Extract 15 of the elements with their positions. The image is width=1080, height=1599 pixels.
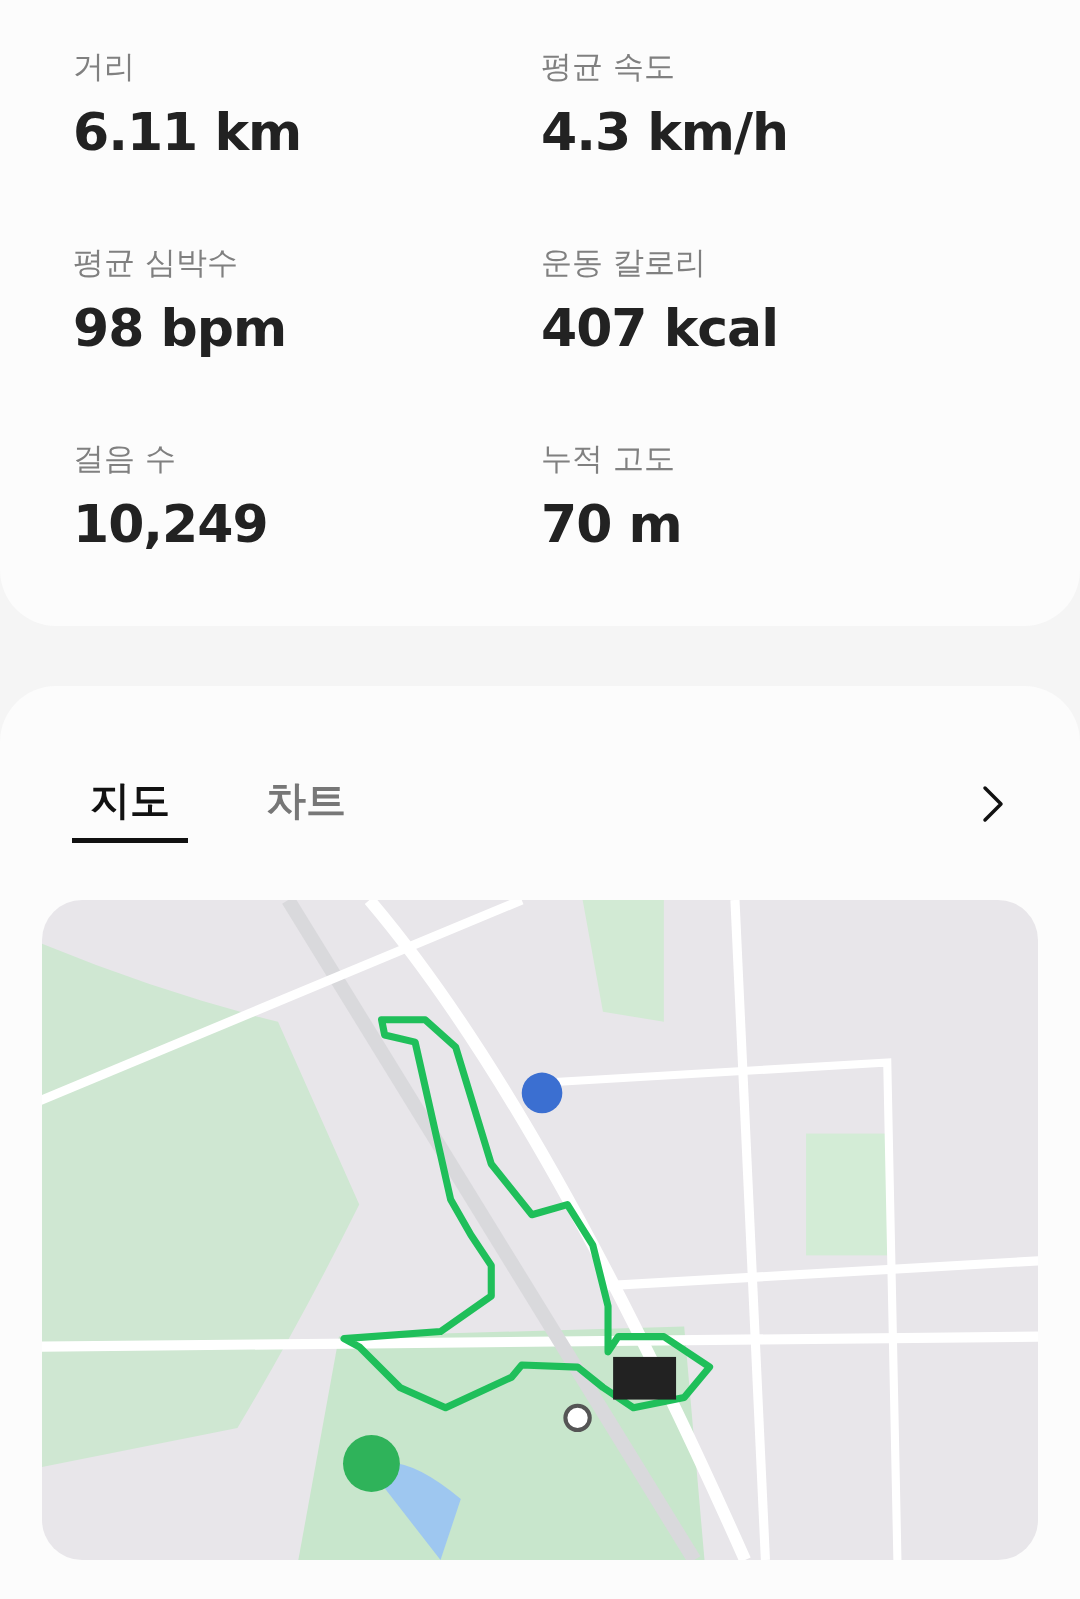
stat-value: 98 bpm bbox=[73, 297, 288, 360]
tab[interactable]: 차트 bbox=[248, 765, 364, 843]
stat-label: 평균 심박수 bbox=[73, 243, 239, 282]
stat-label: 걸음 수 bbox=[73, 439, 177, 478]
stat-value: 6.11 km bbox=[73, 101, 303, 164]
chevron-right-icon[interactable] bbox=[982, 785, 1004, 823]
stat-value: 10,249 bbox=[73, 493, 269, 556]
stat-label: 거리 bbox=[73, 47, 136, 86]
stat-label: 운동 칼로리 bbox=[541, 243, 707, 282]
stat-value: 70 m bbox=[541, 493, 683, 556]
stat-label: 평균 속도 bbox=[541, 47, 676, 86]
tab[interactable]: 지도 bbox=[72, 765, 188, 843]
stat-value: 4.3 km/h bbox=[541, 101, 789, 164]
stat-label: 누적 고도 bbox=[541, 439, 676, 478]
stat-value: 407 kcal bbox=[541, 297, 779, 360]
